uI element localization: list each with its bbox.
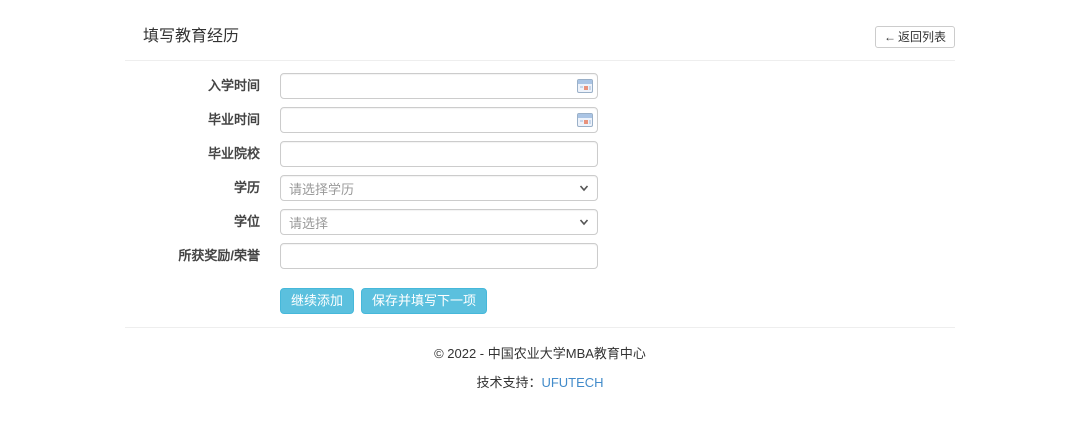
enrollment-time-wrap [280, 73, 598, 99]
support-line: 技术支持：UFUTECH [0, 362, 1080, 391]
chevron-down-icon [579, 183, 589, 193]
graduation-time-row: 毕业时间 [125, 107, 955, 133]
back-button-label: 返回列表 [898, 30, 946, 44]
education-level-select[interactable]: 请选择学历 [280, 175, 598, 201]
calendar-icon[interactable] [577, 78, 593, 93]
degree-wrap: 请选择 [280, 209, 598, 235]
degree-select[interactable]: 请选择 [280, 209, 598, 235]
chevron-down-icon [579, 217, 589, 227]
graduation-school-label: 毕业院校 [125, 141, 270, 167]
page-title: 填写教育经历 [143, 26, 239, 48]
page-header: 填写教育经历 ←返回列表 [125, 0, 955, 61]
enrollment-time-input[interactable] [280, 73, 598, 99]
enrollment-time-row: 入学时间 [125, 73, 955, 99]
form-actions: 继续添加 保存并填写下一项 [280, 288, 955, 314]
degree-row: 学位 请选择 [125, 209, 955, 235]
awards-wrap [280, 243, 598, 269]
education-level-label: 学历 [125, 175, 270, 201]
education-level-wrap: 请选择学历 [280, 175, 598, 201]
graduation-school-row: 毕业院校 [125, 141, 955, 167]
graduation-time-wrap [280, 107, 598, 133]
page-footer: © 2022 - 中国农业大学MBA教育中心 技术支持：UFUTECH [0, 328, 1080, 391]
calendar-icon[interactable] [577, 112, 593, 127]
graduation-time-input[interactable] [280, 107, 598, 133]
enrollment-time-label: 入学时间 [125, 73, 270, 99]
copyright-text: © 2022 - 中国农业大学MBA教育中心 [0, 328, 1080, 362]
education-form: 入学时间 毕业时间 [125, 73, 955, 314]
graduation-time-label: 毕业时间 [125, 107, 270, 133]
awards-label: 所获奖励/荣誉 [125, 243, 270, 269]
degree-label: 学位 [125, 209, 270, 235]
left-arrow-icon: ← [884, 30, 896, 44]
graduation-school-wrap [280, 141, 598, 167]
awards-input[interactable] [280, 243, 598, 269]
back-to-list-button[interactable]: ←返回列表 [875, 26, 955, 48]
education-level-row: 学历 请选择学历 [125, 175, 955, 201]
save-and-next-button[interactable]: 保存并填写下一项 [361, 288, 487, 314]
footer-divider [125, 327, 955, 328]
support-link[interactable]: UFUTECH [541, 375, 603, 390]
continue-add-button[interactable]: 继续添加 [280, 288, 354, 314]
degree-selected-value: 请选择 [289, 213, 328, 232]
education-level-selected-value: 请选择学历 [289, 179, 354, 198]
awards-row: 所获奖励/荣誉 [125, 243, 955, 269]
support-label: 技术支持： [476, 375, 541, 390]
graduation-school-input[interactable] [280, 141, 598, 167]
main-container: 填写教育经历 ←返回列表 入学时间 毕业时间 [125, 0, 955, 328]
